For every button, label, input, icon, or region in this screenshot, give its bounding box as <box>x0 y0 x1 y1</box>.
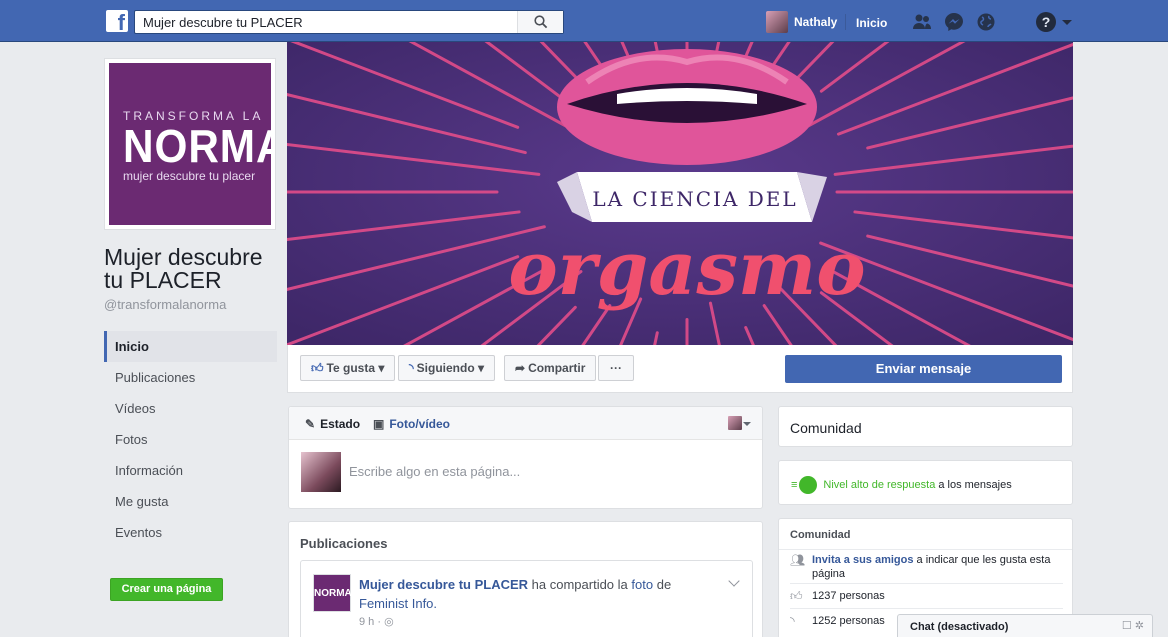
cover-action-bar: 👍︎ Te gusta ▾ ◝ Siguiendo ▾ ➦ Compartir ···… <box>287 345 1073 393</box>
cover-illustration: LA CIENCIA DEL orgasmo <box>287 42 1073 345</box>
send-message-button[interactable]: Enviar mensaje <box>785 355 1062 383</box>
top-bar: f Mujer descubre tu PLACER Nathaly Inici… <box>0 0 1168 42</box>
follows-row: ◝ 1252 personas <box>790 614 885 628</box>
help-icon[interactable]: ? <box>1036 12 1056 32</box>
more-options-button[interactable]: ··· <box>598 355 634 381</box>
posts-title: Publicaciones <box>300 536 388 551</box>
invite-friends-row: 👥︎ Invita a sus amigos a indicar que les… <box>790 553 1060 581</box>
user-name: Nathaly <box>794 15 838 29</box>
account-menu-caret-icon[interactable] <box>1062 20 1072 25</box>
posts-section: Publicaciones NORMA Mujer descubre tu PL… <box>288 521 763 637</box>
post-source-link[interactable]: Feminist Info. <box>359 596 437 611</box>
post-options-chevron-icon[interactable] <box>728 575 740 587</box>
rss-icon: ◝ <box>409 361 414 375</box>
user-profile-link[interactable]: Nathaly <box>766 11 837 33</box>
avatar <box>301 452 341 492</box>
chat-options-icon[interactable]: ☐ ✲ <box>1122 619 1144 632</box>
post-author-link[interactable]: Mujer descubre tu PLACER <box>359 577 528 592</box>
community-header[interactable]: Comunidad <box>778 406 1073 447</box>
nav-item-eventos[interactable]: Eventos <box>104 517 277 548</box>
follow-label: Siguiendo <box>416 361 475 375</box>
page-profile-picture[interactable]: TRANSFORMA LA NORMA mujer descubre tu pl… <box>104 58 276 230</box>
post-object-link[interactable]: foto <box>631 577 653 592</box>
messenger-bubble-icon <box>799 476 818 494</box>
thumbs-up-icon: 👍︎ <box>311 361 324 375</box>
logo-text-main: NORMA <box>123 120 271 172</box>
cover-script-text: orgasmo <box>508 226 865 312</box>
logo-text-sub: mujer descubre tu placer <box>123 169 256 183</box>
divider <box>845 14 846 30</box>
people-icon: 👥︎ <box>790 553 806 567</box>
nav-item-publicaciones[interactable]: Publicaciones <box>104 362 214 393</box>
post-header: Mujer descubre tu PLACER ha compartido l… <box>359 575 709 613</box>
post-as-avatar[interactable] <box>728 416 742 430</box>
post-timestamp[interactable]: 9 h · ◎ <box>359 615 394 628</box>
share-label: Compartir <box>528 361 586 375</box>
notification-icons <box>912 12 996 32</box>
post-action-text: ha compartido la <box>531 577 628 592</box>
response-rate: ≡ Nivel alto de respuesta a los mensajes <box>791 476 1012 494</box>
tab-photo-label: Foto/vídeo <box>389 417 451 431</box>
page-handle[interactable]: @transformalanorma <box>104 297 226 312</box>
tab-status[interactable]: ✎ Estado <box>305 417 360 431</box>
response-rest: a los mensajes <box>938 479 1012 491</box>
divider <box>790 608 1063 609</box>
cover-banner-text: LA CIENCIA DEL <box>592 187 797 211</box>
nav-item-inicio[interactable]: Inicio <box>104 331 277 362</box>
messenger-icon[interactable] <box>944 12 964 32</box>
home-link[interactable]: Inicio <box>856 16 887 30</box>
facebook-logo[interactable]: f <box>106 10 128 35</box>
profile-logo: TRANSFORMA LA NORMA mujer descubre tu pl… <box>109 63 271 225</box>
search-icon <box>534 15 548 29</box>
cover-photo[interactable]: LA CIENCIA DEL orgasmo <box>287 42 1073 345</box>
follows-count: 1252 personas <box>812 615 885 627</box>
speed-lines-icon: ≡ <box>791 479 798 491</box>
rss-icon: ◝ <box>790 614 795 628</box>
list-item: NORMA Mujer descubre tu PLACER ha compar… <box>300 560 753 637</box>
search-button[interactable] <box>517 11 563 33</box>
divider <box>779 549 1072 550</box>
chat-label: Chat (desactivado) <box>910 621 1009 633</box>
nav-item-videos[interactable]: Vídeos <box>104 393 277 424</box>
community-title: Comunidad <box>790 420 862 436</box>
divider <box>790 583 1063 584</box>
post-as-caret-icon[interactable] <box>743 422 751 426</box>
post-preposition: de <box>656 577 672 592</box>
follow-button[interactable]: ◝ Siguiendo ▾ <box>398 355 496 381</box>
thumbs-up-icon: 👍︎ <box>790 589 803 603</box>
search-box[interactable]: Mujer descubre tu PLACER <box>134 10 564 34</box>
create-page-button[interactable]: Crear una página <box>110 578 223 601</box>
composer-input[interactable]: Escribe algo en esta página... <box>349 464 520 479</box>
search-input[interactable]: Mujer descubre tu PLACER <box>143 15 303 30</box>
response-badge-box: ≡ Nivel alto de respuesta a los mensajes <box>778 460 1073 505</box>
share-button[interactable]: ➦ Compartir <box>504 355 597 381</box>
page-title[interactable]: Mujer descubre tu PLACER <box>104 246 280 292</box>
community-stats-title: Comunidad <box>790 529 851 541</box>
composer-tabs: ✎ Estado ▣ Foto/vídeo <box>289 407 762 440</box>
globe-icon[interactable] <box>976 12 996 32</box>
page-nav: Inicio Publicaciones Vídeos Fotos Inform… <box>104 331 277 548</box>
like-label: Te gusta <box>326 361 375 375</box>
post-author-avatar[interactable]: NORMA <box>313 574 352 612</box>
nav-item-fotos[interactable]: Fotos <box>104 424 277 455</box>
composer-body[interactable]: Escribe algo en esta página... <box>289 440 762 508</box>
pencil-icon: ✎ <box>305 417 316 431</box>
nav-item-informacion[interactable]: Información <box>104 455 277 486</box>
invite-friends-link[interactable]: Invita a sus amigos <box>812 554 913 566</box>
likes-count: 1237 personas <box>812 590 885 602</box>
tab-photo-video[interactable]: ▣ Foto/vídeo <box>373 417 450 431</box>
avatar <box>766 11 788 33</box>
like-button[interactable]: 👍︎ Te gusta ▾ <box>300 355 396 381</box>
tab-status-label: Estado <box>320 417 361 431</box>
camera-icon: ▣ <box>373 417 385 431</box>
facebook-logo-glyph: f <box>117 10 125 35</box>
nav-item-me-gusta[interactable]: Me gusta <box>104 486 277 517</box>
chat-bar[interactable]: Chat (desactivado) ☐ ✲ <box>897 614 1153 637</box>
share-arrow-icon: ➦ <box>515 361 526 375</box>
friend-requests-icon[interactable] <box>912 12 932 32</box>
response-highlight: Nivel alto de respuesta <box>823 479 936 491</box>
likes-row: 👍︎ 1237 personas <box>790 589 885 603</box>
post-composer: ✎ Estado ▣ Foto/vídeo Escribe algo en esta… <box>288 406 763 509</box>
